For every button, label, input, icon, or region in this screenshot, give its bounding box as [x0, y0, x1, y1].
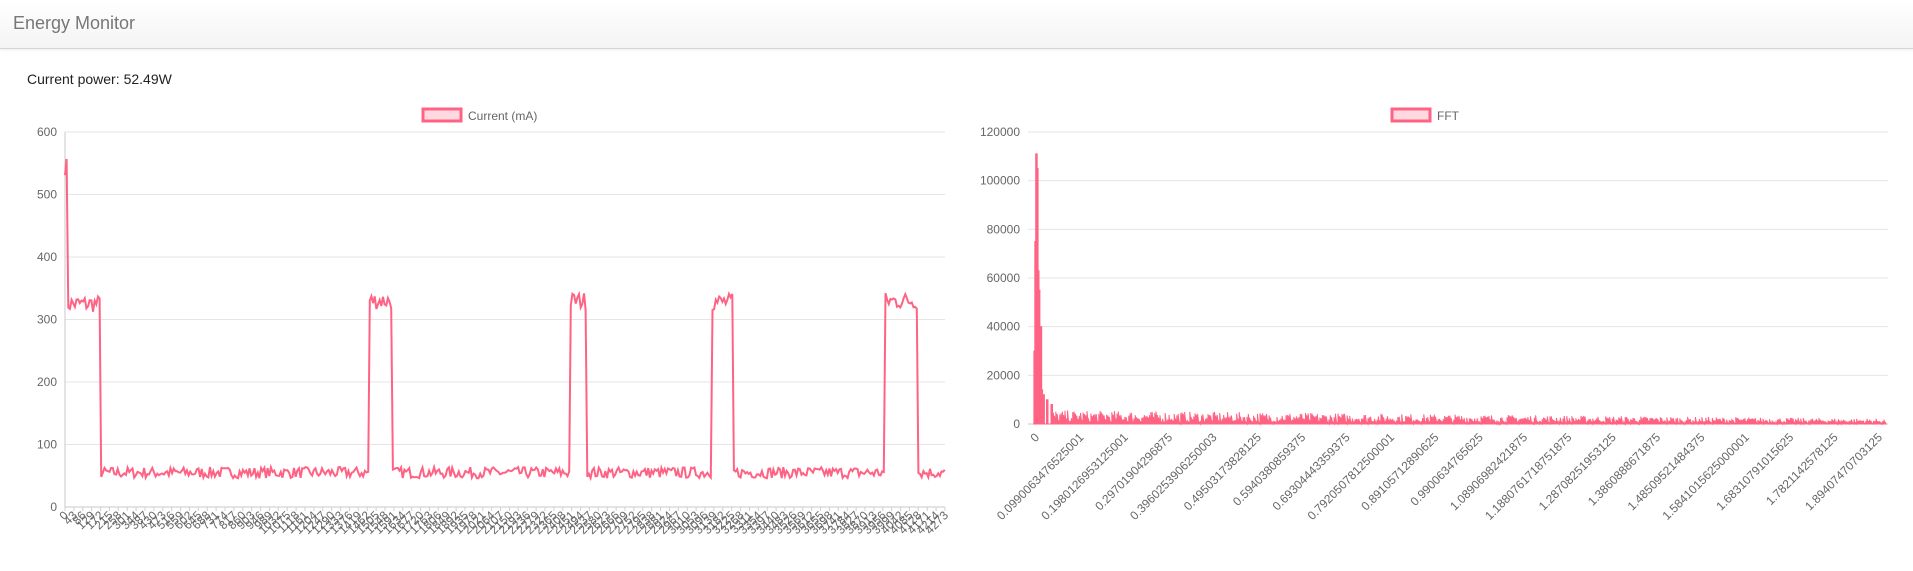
x-tick-label: 1.08906982421875 [1447, 430, 1530, 513]
legend-label: Current (mA) [468, 109, 537, 123]
y-tick-label: 80000 [987, 222, 1021, 236]
x-tick-label: 0.29701904296875 [1092, 430, 1175, 513]
fft-chart: FFT 0 20000 40000 60000 80000 100000 120000 00.0… [980, 107, 1888, 523]
series-fft-bars [1033, 153, 1887, 426]
x-tick-label: 0.0990063476525001 [994, 430, 1087, 523]
x-tick-label: 1.28708251953125 [1536, 430, 1619, 513]
y-tick-label: 60000 [987, 271, 1021, 285]
y-tick-label: 100 [37, 438, 57, 452]
legend-swatch [421, 107, 463, 123]
y-tick-label: 20000 [987, 368, 1021, 382]
x-tick-label: 0.7920507812500001 [1305, 430, 1398, 523]
y-tick-label: 40000 [987, 320, 1021, 334]
legend-label: FFT [1437, 109, 1460, 123]
current-chart: Current (mA)0100200300400500600043861291… [37, 107, 951, 537]
x-tick-label: 0.69304443359375 [1270, 430, 1353, 513]
x-tick-label: 0.1980126953125001 [1038, 430, 1131, 523]
legend-fft[interactable]: FFT [1390, 107, 1460, 123]
x-tick-label: 1.89407470703125 [1802, 430, 1885, 513]
y-tick-label: 0 [1013, 417, 1020, 431]
y-tick-label: 500 [37, 188, 57, 202]
x-tick-label: 1.5841015625000001 [1660, 430, 1753, 523]
series-current-line [64, 158, 946, 482]
x-tick-label: 0.49503173828125 [1181, 430, 1264, 513]
y-tick-label: 600 [37, 125, 57, 139]
x-tick-label: 0 [1027, 430, 1042, 445]
y-tick-label: 120000 [980, 125, 1020, 139]
y-tick-label: 200 [37, 375, 57, 389]
x-tick-label: 0.3960253906250003 [1127, 430, 1220, 523]
x-tick-label: 1.68310791015625 [1713, 430, 1796, 513]
legend-current[interactable]: Current (mA) [421, 107, 537, 123]
legend-swatch [1390, 107, 1432, 123]
y-tick-label: 300 [37, 313, 57, 327]
x-tick-label: 0.89105712890625 [1358, 430, 1441, 513]
x-tick-label: 1.1880761718751875 [1482, 430, 1575, 523]
x-tick-label: 1.48509521484375 [1625, 430, 1708, 513]
y-tick-label: 100000 [980, 174, 1020, 188]
y-tick-label: 400 [37, 250, 57, 264]
